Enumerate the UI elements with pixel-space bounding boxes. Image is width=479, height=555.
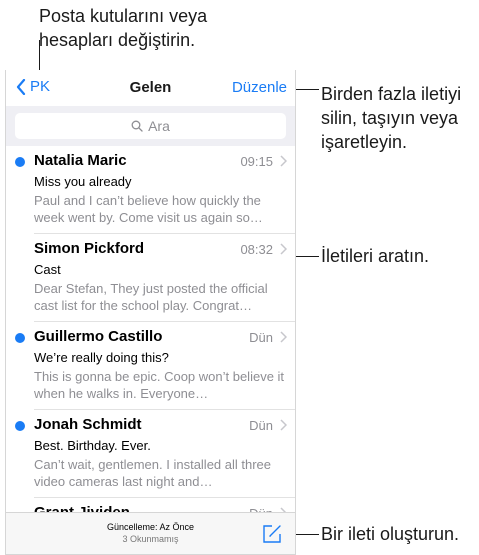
- message-subject: Cast: [34, 262, 61, 277]
- list-item[interactable]: Jonah Schmidt Dün Best. Birthday. Ever. …: [15, 410, 295, 498]
- mail-screen: PK Gelen Düzenle Ara Natalia Maric 09:15…: [5, 70, 296, 555]
- search-icon: [131, 120, 143, 132]
- callout-compose: Bir ileti oluşturun.: [321, 524, 460, 544]
- list-item[interactable]: Guillermo Castillo Dün We’re really doin…: [15, 322, 295, 410]
- callout-edit: Birden fazla iletiyi silin, taşıyın veya…: [321, 84, 462, 152]
- chevron-right-icon: [280, 243, 287, 255]
- search-input[interactable]: Ara: [15, 113, 286, 139]
- message-preview: Dear Stefan, They just posted the offici…: [34, 281, 268, 313]
- edit-button[interactable]: Düzenle: [232, 79, 287, 96]
- unread-dot: [15, 333, 25, 343]
- message-preview: This is gonna be epic. Coop won’t believ…: [34, 369, 285, 401]
- message-time: Dün: [249, 330, 273, 345]
- message-preview: Can’t wait, gentlemen. I installed all t…: [34, 457, 272, 489]
- list-item[interactable]: Natalia Maric 09:15 Miss you already Pau…: [15, 146, 295, 234]
- callout-mailboxes: Posta kutularını veya hesapları değiştir…: [39, 6, 208, 50]
- message-sender: Guillermo Castillo: [34, 328, 163, 345]
- message-sender: Jonah Schmidt: [34, 416, 142, 433]
- update-status: Güncelleme: Az Önce: [106, 522, 195, 532]
- message-sender: Natalia Maric: [34, 152, 127, 169]
- message-sender: Simon Pickford: [34, 240, 145, 257]
- message-subject: Best. Birthday. Ever.: [34, 438, 151, 453]
- chevron-right-icon: [280, 419, 287, 431]
- search-placeholder: Ara: [148, 118, 170, 134]
- unread-dot: [15, 421, 25, 431]
- chevron-right-icon: [280, 155, 287, 167]
- callout-search: İletileri aratın.: [321, 246, 430, 266]
- nav-bar: PK Gelen Düzenle: [6, 70, 295, 106]
- message-subject: Miss you already: [34, 174, 132, 189]
- message-time: 08:32: [240, 242, 273, 257]
- message-list: Natalia Maric 09:15 Miss you already Pau…: [6, 146, 295, 538]
- message-time: Dün: [249, 418, 273, 433]
- message-time: 09:15: [240, 154, 273, 169]
- chevron-right-icon: [280, 331, 287, 343]
- compose-icon[interactable]: [261, 523, 283, 545]
- message-preview: Paul and I can’t believe how quickly the…: [34, 193, 263, 225]
- search-bar: Ara: [6, 106, 295, 146]
- unread-dot: [15, 157, 25, 167]
- bottom-toolbar: Güncelleme: Az Önce 3 Okunmamış: [6, 512, 295, 554]
- message-subject: We’re really doing this?: [34, 350, 169, 365]
- list-item[interactable]: Simon Pickford 08:32 Cast Dear Stefan, T…: [34, 234, 295, 322]
- unread-count: 3 Okunmamış: [122, 534, 179, 544]
